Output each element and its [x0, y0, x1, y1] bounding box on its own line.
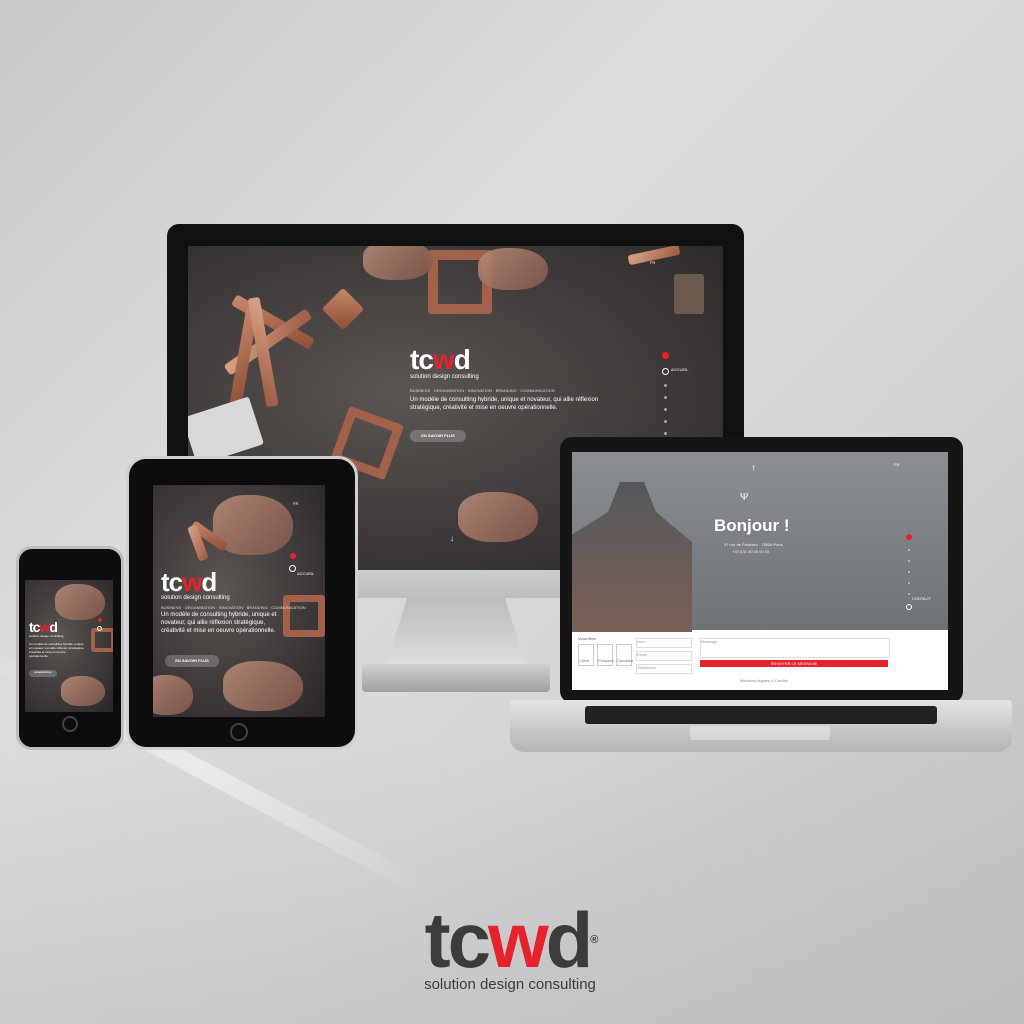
markers-photo [674, 274, 704, 314]
nav-dot[interactable] [664, 384, 667, 387]
learn-more-button[interactable]: EN SAVOIR PLUS [165, 655, 219, 667]
message-textarea[interactable]: Message [700, 638, 890, 658]
phone-line[interactable]: +33 (0)1 40 06 00 00 [732, 549, 769, 554]
hero-body: Un modèle de consulting hybride, unique … [161, 612, 277, 634]
hero-background: tcwd solution design consulting Un modèl… [25, 580, 113, 712]
hand-photo [55, 584, 105, 620]
menu-icon[interactable] [97, 618, 102, 622]
phone-field[interactable]: Téléphone [636, 664, 692, 674]
nav-dot[interactable] [664, 408, 667, 411]
option-prospect[interactable]: Prospect [597, 644, 614, 666]
form-title: Vous êtes [578, 636, 596, 641]
hero-nav[interactable]: BUSINESS · ORGANISATION · INNOVATION · B… [161, 605, 321, 610]
logo-icon[interactable]: † [752, 466, 755, 472]
name-field[interactable]: Nom [636, 638, 692, 648]
hand-photo [223, 661, 303, 711]
wood-star [321, 287, 365, 331]
contact-fields: Nom Email Téléphone [636, 638, 692, 674]
wood-puzzle-square [283, 595, 325, 637]
nav-dot-home[interactable] [289, 565, 296, 572]
hero-body: Un modèle de consulting hybride, unique … [410, 397, 599, 411]
building-photo [572, 482, 692, 632]
scroll-down-icon[interactable]: ↓ [450, 534, 454, 543]
language-switch[interactable]: FR [650, 260, 655, 265]
brand-mark-icon: Ψ [740, 492, 749, 503]
tablet-home-button [230, 723, 248, 741]
tablet-screen: tcwd solution design consulting BUSINESS… [153, 485, 325, 717]
laptop-trackpad [690, 726, 830, 740]
hand-photo [458, 492, 538, 542]
hero-background: tcwd solution design consulting BUSINESS… [153, 485, 325, 717]
hand-photo [61, 676, 105, 706]
hero-body: Un modèle de consulting hybride, unique … [29, 642, 85, 658]
wood-puzzle-square [91, 628, 113, 652]
imac-stand [386, 598, 526, 666]
hand-photo [363, 246, 433, 280]
menu-icon[interactable] [906, 534, 912, 540]
active-section-label: CONTACT [912, 596, 932, 601]
nav-dot[interactable] [664, 420, 667, 423]
nav-dot[interactable] [664, 432, 667, 435]
nav-dot[interactable] [908, 593, 910, 595]
learn-more-button[interactable]: EN SAVOIR PLUS [410, 430, 466, 442]
contact-hero: † FR Ψ Bonjour ! 37 rue de Ponthieu · 75… [572, 452, 948, 632]
hand-photo [153, 675, 193, 715]
nav-dot-contact[interactable] [906, 604, 912, 610]
imac-base [362, 664, 550, 692]
menu-icon[interactable] [289, 553, 296, 559]
nav-dot-home[interactable] [97, 626, 102, 631]
hero-logo: tcwd solution design consulting [29, 619, 64, 638]
language-switch[interactable]: FR [894, 462, 899, 467]
nav-dot[interactable] [664, 396, 667, 399]
option-client[interactable]: Client [578, 644, 594, 666]
language-switch[interactable]: FR [293, 501, 298, 506]
legal-link[interactable]: Mentions légales & Crédits [740, 678, 788, 683]
laptop-keyboard [585, 706, 937, 724]
nav-dot[interactable] [908, 571, 910, 573]
hero-nav[interactable]: BUSINESS · ORGANISATION · INNOVATION · B… [410, 388, 555, 393]
active-section-label: ACCUEIL [297, 571, 315, 576]
hero-logo: tcwd solution design consulting [161, 567, 230, 601]
brand-wordmark: tcwd® [424, 896, 599, 984]
laptop-screen: † FR Ψ Bonjour ! 37 rue de Ponthieu · 75… [572, 452, 948, 690]
submit-button[interactable]: ENVOYER LE MESSAGE [700, 660, 888, 667]
menu-icon[interactable] [662, 352, 669, 359]
nav-dot[interactable] [908, 549, 910, 551]
brand-tagline: solution design consulting [424, 976, 596, 993]
phone-home-button [62, 716, 78, 732]
hero-logo: tcwd solution design consulting [410, 344, 479, 381]
option-candidat[interactable]: Candidat [616, 644, 633, 666]
active-section-label: ACCUEIL [671, 367, 689, 372]
hand-photo [478, 248, 548, 290]
learn-more-button[interactable]: EN SAVOIR PLUS [29, 670, 57, 677]
nav-dot-home[interactable] [662, 368, 669, 375]
section-nav [662, 352, 669, 435]
brand-logo: tcwd® solution design consulting [400, 900, 620, 993]
nav-dot[interactable] [908, 560, 910, 562]
address-line: 37 rue de Ponthieu · 75008 Paris [724, 542, 783, 547]
greeting-title: Bonjour ! [714, 516, 790, 535]
email-field[interactable]: Email [636, 651, 692, 661]
nav-dot[interactable] [908, 582, 910, 584]
section-nav [97, 618, 102, 631]
phone-screen: tcwd solution design consulting Un modèl… [25, 580, 113, 712]
visitor-type-options: Client Prospect Candidat [578, 644, 633, 666]
section-nav [289, 553, 296, 572]
